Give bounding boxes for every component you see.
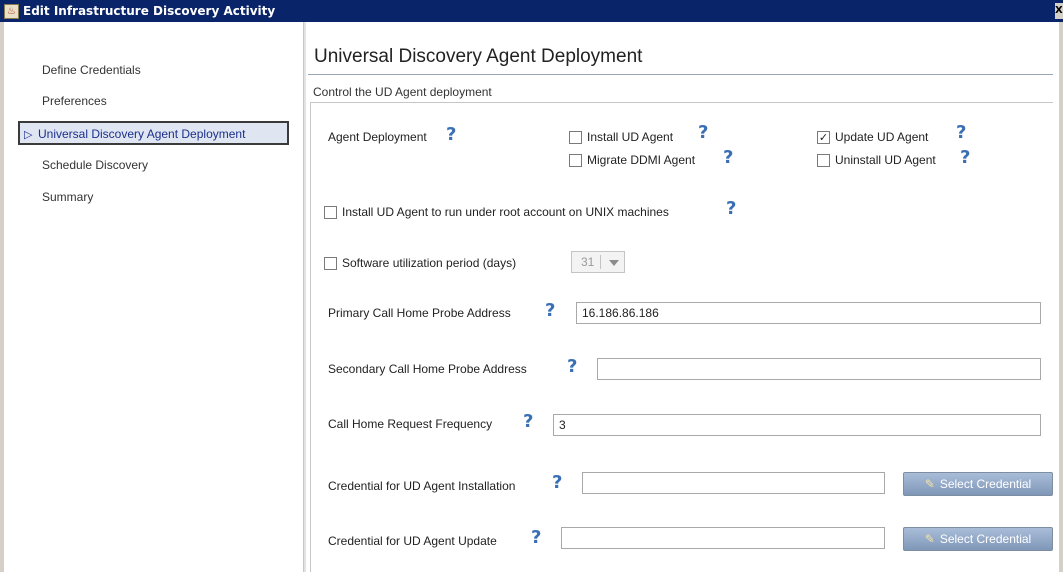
migrate-ddmi-agent-help-icon[interactable]: ? [723, 149, 737, 167]
nav-item-define-credentials[interactable]: Define Credentials [42, 60, 141, 80]
pencil-icon: ✎ [924, 477, 935, 491]
window-titlebar: ♨ Edit Infrastructure Discovery Activity… [0, 0, 1063, 22]
nav-item-label: Universal Discovery Agent Deployment [38, 127, 246, 141]
nav-item-label: Preferences [42, 94, 107, 108]
close-icon[interactable]: X [1055, 3, 1063, 19]
primary-probe-label: Primary Call Home Probe Address [328, 306, 511, 320]
cred-update-input[interactable] [561, 527, 885, 549]
software-utilization-value: 31 [581, 255, 595, 269]
frequency-help-icon[interactable]: ? [523, 413, 537, 431]
window-title: Edit Infrastructure Discovery Activity [23, 4, 276, 18]
select-credential-install-button[interactable]: ✎ Select Credential [903, 472, 1053, 496]
secondary-probe-input[interactable] [597, 358, 1041, 380]
title-divider [308, 74, 1053, 75]
secondary-probe-label: Secondary Call Home Probe Address [328, 362, 527, 376]
software-utilization-checkbox[interactable] [324, 257, 337, 270]
root-account-checkbox[interactable] [324, 206, 337, 219]
install-ud-agent-checkbox[interactable] [569, 131, 582, 144]
install-ud-agent-help-icon[interactable]: ? [698, 124, 712, 142]
agent-deployment-help-icon[interactable]: ? [446, 126, 460, 144]
nav-item-label: Summary [42, 190, 94, 204]
software-utilization-select[interactable]: 31 [571, 251, 625, 273]
cred-update-help-icon[interactable]: ? [531, 529, 545, 547]
pencil-icon: ✎ [924, 532, 935, 546]
main-content: Universal Discovery Agent Deployment Con… [308, 22, 1059, 577]
uninstall-ud-agent-help-icon[interactable]: ? [960, 149, 974, 167]
nav-splitter[interactable] [303, 22, 306, 577]
select-credential-label: Select Credential [939, 477, 1032, 491]
cred-update-label: Credential for UD Agent Update [328, 534, 497, 548]
bottom-edge [0, 572, 1063, 577]
agent-deployment-label: Agent Deployment [328, 130, 427, 144]
update-ud-agent-label: Update UD Agent [835, 130, 929, 144]
secondary-probe-help-icon[interactable]: ? [567, 358, 581, 376]
select-credential-label: Select Credential [939, 532, 1032, 546]
wizard-nav: Define Credentials Preferences ▷ Universa… [4, 22, 299, 577]
software-utilization-label: Software utilization period (days) [342, 256, 517, 270]
install-ud-agent-label: Install UD Agent [587, 130, 674, 144]
nav-item-agent-deployment[interactable]: ▷ Universal Discovery Agent Deployment [18, 121, 289, 145]
chevron-down-icon [609, 260, 619, 266]
root-account-help-icon[interactable]: ? [726, 200, 740, 218]
selected-arrow-icon: ▷ [24, 129, 33, 141]
select-credential-update-button[interactable]: ✎ Select Credential [903, 527, 1053, 551]
primary-probe-help-icon[interactable]: ? [545, 302, 559, 320]
migrate-ddmi-agent-checkbox[interactable] [569, 154, 582, 167]
nav-item-label: Define Credentials [42, 63, 141, 77]
cred-install-label: Credential for UD Agent Installation [328, 479, 516, 493]
nav-item-summary[interactable]: Summary [42, 187, 93, 207]
page-title: Universal Discovery Agent Deployment [314, 46, 643, 67]
update-ud-agent-help-icon[interactable]: ? [956, 124, 970, 142]
combo-separator [600, 255, 601, 269]
primary-probe-input[interactable]: 16.186.86.186 [576, 302, 1041, 324]
migrate-ddmi-agent-label: Migrate DDMI Agent [587, 153, 696, 167]
nav-item-preferences[interactable]: Preferences [42, 91, 107, 111]
uninstall-ud-agent-label: Uninstall UD Agent [835, 153, 936, 167]
frequency-label: Call Home Request Frequency [328, 417, 493, 431]
settings-panel: Agent Deployment ? Install UD Agent ? Mi… [310, 102, 1053, 577]
frequency-input[interactable]: 3 [553, 414, 1041, 436]
nav-item-label: Schedule Discovery [42, 158, 149, 172]
cred-install-input[interactable] [582, 472, 885, 494]
nav-item-schedule-discovery[interactable]: Schedule Discovery [42, 155, 148, 175]
cred-install-help-icon[interactable]: ? [552, 474, 566, 492]
java-app-icon: ♨ [4, 3, 19, 19]
update-ud-agent-checkbox[interactable]: ✓ [817, 131, 830, 144]
root-account-label: Install UD Agent to run under root accou… [342, 205, 669, 219]
page-subtitle: Control the UD Agent deployment [313, 85, 492, 99]
uninstall-ud-agent-checkbox[interactable] [817, 154, 830, 167]
